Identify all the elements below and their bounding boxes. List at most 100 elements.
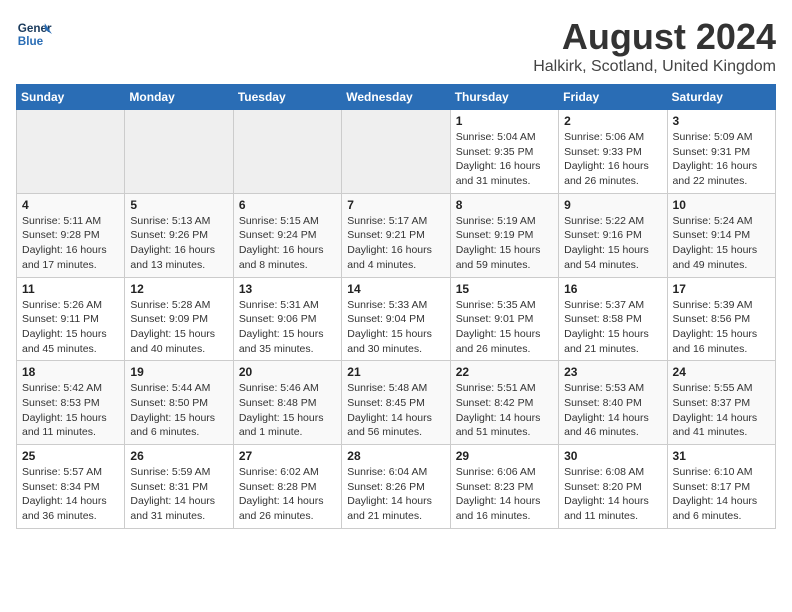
calendar-cell <box>17 110 125 194</box>
calendar-cell: 22Sunrise: 5:51 AM Sunset: 8:42 PM Dayli… <box>450 361 558 445</box>
calendar-cell: 25 Sunrise: 5:57 AM Sunset: 8:34 PM Dayli… <box>17 445 125 529</box>
calendar-cell: 30 Sunrise: 6:08 AM Sunset: 8:20 PM Dayli… <box>559 445 667 529</box>
day-number: 21 <box>347 365 444 379</box>
calendar-cell: 13Sunrise: 5:31 AM Sunset: 9:06 PM Dayli… <box>233 277 341 361</box>
column-header-sunday: Sunday <box>17 85 125 110</box>
day-number: 16 <box>564 282 661 296</box>
day-number: 25 <box>22 449 119 463</box>
calendar-cell: 24 Sunrise: 5:55 AM Sunset: 8:37 PM Dayli… <box>667 361 775 445</box>
column-header-wednesday: Wednesday <box>342 85 450 110</box>
calendar-cell: 2Sunrise: 5:06 AM Sunset: 9:33 PM Daylig… <box>559 110 667 194</box>
page-title: August 2024 <box>533 16 776 58</box>
day-info: Sunrise: 5:09 AM Sunset: 9:31 PM Dayligh… <box>673 130 770 189</box>
column-header-thursday: Thursday <box>450 85 558 110</box>
day-info: Sunrise: 5:53 AM Sunset: 8:40 PM Dayligh… <box>564 381 661 440</box>
day-info: Sunrise: 5:37 AM Sunset: 8:58 PM Dayligh… <box>564 298 661 357</box>
day-info: Sunrise: 6:10 AM Sunset: 8:17 PM Dayligh… <box>673 465 770 524</box>
calendar-cell: 1 Sunrise: 5:04 AM Sunset: 9:35 PM Daylig… <box>450 110 558 194</box>
calendar-week-row: 11Sunrise: 5:26 AM Sunset: 9:11 PM Dayli… <box>17 277 776 361</box>
calendar-week-row: 1 Sunrise: 5:04 AM Sunset: 9:35 PM Daylig… <box>17 110 776 194</box>
day-number: 19 <box>130 365 227 379</box>
day-number: 14 <box>347 282 444 296</box>
day-info: Sunrise: 5:57 AM Sunset: 8:34 PM Dayligh… <box>22 465 119 524</box>
day-info: Sunrise: 5:22 AM Sunset: 9:16 PM Dayligh… <box>564 214 661 273</box>
calendar-cell: 14 Sunrise: 5:33 AM Sunset: 9:04 PM Dayli… <box>342 277 450 361</box>
day-number: 1 <box>456 114 553 128</box>
calendar-table: SundayMondayTuesdayWednesdayThursdayFrid… <box>16 84 776 529</box>
column-header-monday: Monday <box>125 85 233 110</box>
day-number: 8 <box>456 198 553 212</box>
calendar-cell: 8 Sunrise: 5:19 AM Sunset: 9:19 PM Daylig… <box>450 193 558 277</box>
day-number: 23 <box>564 365 661 379</box>
day-info: Sunrise: 5:13 AM Sunset: 9:26 PM Dayligh… <box>130 214 227 273</box>
day-info: Sunrise: 6:06 AM Sunset: 8:23 PM Dayligh… <box>456 465 553 524</box>
day-number: 13 <box>239 282 336 296</box>
day-number: 12 <box>130 282 227 296</box>
title-area: August 2024 Halkirk, Scotland, United Ki… <box>533 16 776 76</box>
day-info: Sunrise: 5:19 AM Sunset: 9:19 PM Dayligh… <box>456 214 553 273</box>
day-info: Sunrise: 5:59 AM Sunset: 8:31 PM Dayligh… <box>130 465 227 524</box>
day-number: 7 <box>347 198 444 212</box>
day-number: 28 <box>347 449 444 463</box>
calendar-cell: 17Sunrise: 5:39 AM Sunset: 8:56 PM Dayli… <box>667 277 775 361</box>
page-header: General Blue August 2024 Halkirk, Scotla… <box>16 16 776 76</box>
day-info: Sunrise: 5:46 AM Sunset: 8:48 PM Dayligh… <box>239 381 336 440</box>
calendar-cell: 12Sunrise: 5:28 AM Sunset: 9:09 PM Dayli… <box>125 277 233 361</box>
day-number: 26 <box>130 449 227 463</box>
day-number: 30 <box>564 449 661 463</box>
day-info: Sunrise: 6:08 AM Sunset: 8:20 PM Dayligh… <box>564 465 661 524</box>
day-info: Sunrise: 5:24 AM Sunset: 9:14 PM Dayligh… <box>673 214 770 273</box>
day-info: Sunrise: 5:55 AM Sunset: 8:37 PM Dayligh… <box>673 381 770 440</box>
day-number: 22 <box>456 365 553 379</box>
day-number: 5 <box>130 198 227 212</box>
page-subtitle: Halkirk, Scotland, United Kingdom <box>533 58 776 76</box>
day-info: Sunrise: 6:02 AM Sunset: 8:28 PM Dayligh… <box>239 465 336 524</box>
calendar-cell: 26 Sunrise: 5:59 AM Sunset: 8:31 PM Dayli… <box>125 445 233 529</box>
day-number: 24 <box>673 365 770 379</box>
calendar-cell: 23 Sunrise: 5:53 AM Sunset: 8:40 PM Dayli… <box>559 361 667 445</box>
calendar-cell: 31Sunrise: 6:10 AM Sunset: 8:17 PM Dayli… <box>667 445 775 529</box>
calendar-cell: 18Sunrise: 5:42 AM Sunset: 8:53 PM Dayli… <box>17 361 125 445</box>
day-info: Sunrise: 6:04 AM Sunset: 8:26 PM Dayligh… <box>347 465 444 524</box>
calendar-cell <box>125 110 233 194</box>
day-number: 3 <box>673 114 770 128</box>
calendar-cell: 4 Sunrise: 5:11 AM Sunset: 9:28 PM Daylig… <box>17 193 125 277</box>
day-info: Sunrise: 5:15 AM Sunset: 9:24 PM Dayligh… <box>239 214 336 273</box>
day-info: Sunrise: 5:04 AM Sunset: 9:35 PM Dayligh… <box>456 130 553 189</box>
calendar-week-row: 4 Sunrise: 5:11 AM Sunset: 9:28 PM Daylig… <box>17 193 776 277</box>
calendar-week-row: 18Sunrise: 5:42 AM Sunset: 8:53 PM Dayli… <box>17 361 776 445</box>
calendar-cell: 19 Sunrise: 5:44 AM Sunset: 8:50 PM Dayli… <box>125 361 233 445</box>
calendar-cell: 9 Sunrise: 5:22 AM Sunset: 9:16 PM Daylig… <box>559 193 667 277</box>
day-number: 9 <box>564 198 661 212</box>
day-info: Sunrise: 5:17 AM Sunset: 9:21 PM Dayligh… <box>347 214 444 273</box>
calendar-cell: 20Sunrise: 5:46 AM Sunset: 8:48 PM Dayli… <box>233 361 341 445</box>
day-number: 2 <box>564 114 661 128</box>
svg-text:Blue: Blue <box>18 35 44 48</box>
calendar-cell: 16 Sunrise: 5:37 AM Sunset: 8:58 PM Dayli… <box>559 277 667 361</box>
calendar-cell: 3 Sunrise: 5:09 AM Sunset: 9:31 PM Daylig… <box>667 110 775 194</box>
calendar-cell: 11Sunrise: 5:26 AM Sunset: 9:11 PM Dayli… <box>17 277 125 361</box>
day-info: Sunrise: 5:39 AM Sunset: 8:56 PM Dayligh… <box>673 298 770 357</box>
day-info: Sunrise: 5:44 AM Sunset: 8:50 PM Dayligh… <box>130 381 227 440</box>
logo-icon: General Blue <box>16 16 52 52</box>
calendar-cell: 21 Sunrise: 5:48 AM Sunset: 8:45 PM Dayli… <box>342 361 450 445</box>
calendar-header-row: SundayMondayTuesdayWednesdayThursdayFrid… <box>17 85 776 110</box>
calendar-week-row: 25 Sunrise: 5:57 AM Sunset: 8:34 PM Dayli… <box>17 445 776 529</box>
calendar-cell: 27 Sunrise: 6:02 AM Sunset: 8:28 PM Dayli… <box>233 445 341 529</box>
day-info: Sunrise: 5:48 AM Sunset: 8:45 PM Dayligh… <box>347 381 444 440</box>
day-number: 15 <box>456 282 553 296</box>
column-header-tuesday: Tuesday <box>233 85 341 110</box>
calendar-cell <box>233 110 341 194</box>
calendar-cell: 15Sunrise: 5:35 AM Sunset: 9:01 PM Dayli… <box>450 277 558 361</box>
day-number: 4 <box>22 198 119 212</box>
logo: General Blue <box>16 16 52 52</box>
column-header-saturday: Saturday <box>667 85 775 110</box>
calendar-cell: 5 Sunrise: 5:13 AM Sunset: 9:26 PM Daylig… <box>125 193 233 277</box>
day-info: Sunrise: 5:33 AM Sunset: 9:04 PM Dayligh… <box>347 298 444 357</box>
day-number: 10 <box>673 198 770 212</box>
day-number: 27 <box>239 449 336 463</box>
day-number: 11 <box>22 282 119 296</box>
calendar-cell: 6Sunrise: 5:15 AM Sunset: 9:24 PM Daylig… <box>233 193 341 277</box>
calendar-cell <box>342 110 450 194</box>
day-info: Sunrise: 5:11 AM Sunset: 9:28 PM Dayligh… <box>22 214 119 273</box>
